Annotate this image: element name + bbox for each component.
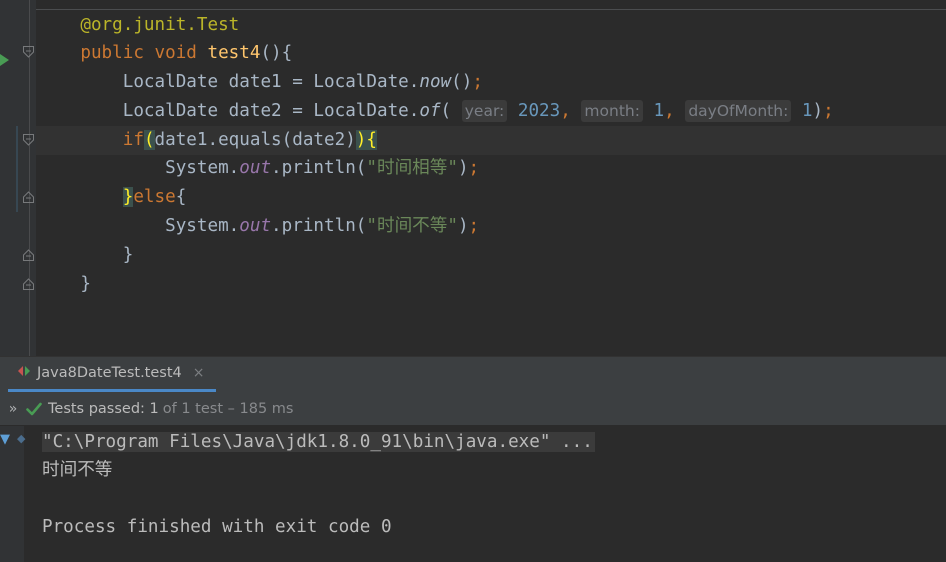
field-token: out	[239, 216, 272, 236]
semicolon-token: ;	[823, 101, 834, 121]
fold-marker-icon[interactable]	[23, 249, 34, 261]
matched-paren-token: )	[355, 130, 367, 150]
code-editor[interactable]: @org.junit.Test public void test4(){ Loc…	[0, 0, 946, 356]
string-token: "时间不等"	[366, 216, 458, 236]
collapse-icon[interactable]: ▼	[0, 432, 10, 447]
code-token: date1 = LocalDate.	[218, 72, 420, 92]
code-line-date2[interactable]: LocalDate date2 = LocalDate.of( year: 20…	[38, 97, 834, 126]
code-token: .println(	[271, 158, 367, 178]
matched-paren-token: (	[143, 130, 155, 150]
code-line-close-outer[interactable]: }	[38, 270, 91, 299]
type-token: LocalDate	[122, 72, 219, 92]
param-hint-year: year:	[461, 100, 508, 122]
number-token: 1	[801, 101, 813, 121]
annotation-token: @org.junit.Test	[80, 15, 240, 35]
code-line-close-inner[interactable]: }	[38, 241, 134, 270]
punct-token: )	[812, 101, 824, 121]
console-command-text[interactable]: "C:\Program Files\Java\jdk1.8.0_91\bin\j…	[42, 432, 595, 452]
keyword-token: public	[80, 43, 144, 63]
console-line: Process finished with exit code 0	[42, 517, 392, 537]
vcs-change-marker[interactable]	[16, 126, 18, 212]
code-line-method-signature[interactable]: public void test4(){	[38, 39, 292, 68]
punct-token: {	[175, 187, 187, 207]
code-line-date1[interactable]: LocalDate date1 = LocalDate.now();	[38, 68, 483, 97]
static-call-token: of	[419, 101, 441, 121]
code-token: System.	[165, 158, 240, 178]
code-token: date1.equals(date2)	[154, 130, 356, 150]
param-hint-day: dayOfMonth:	[685, 100, 792, 122]
punct-token: ()	[451, 72, 473, 92]
code-line-println-equal[interactable]: System.out.println("时间相等");	[38, 154, 479, 183]
matched-brace-token: {	[366, 130, 377, 150]
param-hint-month: month:	[581, 100, 643, 122]
semicolon-token: ;	[468, 158, 480, 178]
run-gutter-icon[interactable]	[0, 51, 9, 70]
fold-marker-icon[interactable]	[23, 278, 34, 290]
expand-icon[interactable]: »	[0, 401, 26, 417]
code-line-println-notequal[interactable]: System.out.println("时间不等");	[38, 212, 479, 241]
semicolon-token: ;	[472, 72, 483, 92]
punct-token: }	[80, 274, 91, 294]
run-tool-header: Java8DateTest.test4 ×	[0, 356, 946, 392]
run-tab-label: Java8DateTest.test4	[37, 365, 182, 381]
fold-marker-icon[interactable]	[23, 46, 34, 58]
type-token: LocalDate	[122, 101, 219, 121]
number-token: 2023	[517, 101, 561, 121]
tests-summary-text: of 1 test – 185 ms	[162, 400, 294, 417]
string-token: "时间相等"	[366, 158, 458, 178]
close-icon[interactable]: ×	[193, 365, 205, 381]
punct-token: (){	[260, 43, 293, 63]
code-token: .println(	[271, 216, 367, 236]
fold-dot-icon: ◆	[17, 432, 26, 445]
keyword-token: if	[122, 130, 144, 150]
keyword-token: void	[154, 43, 197, 63]
punct-token: }	[122, 245, 134, 265]
comma-token: ,	[664, 101, 675, 121]
field-token: out	[239, 158, 272, 178]
code-line-if[interactable]: if(date1.equals(date2)){	[38, 126, 377, 155]
fold-marker-icon[interactable]	[23, 134, 34, 146]
code-token: System.	[165, 216, 240, 236]
method-name-token: test4	[207, 43, 261, 63]
method-separator	[36, 9, 946, 10]
comma-token: ,	[560, 101, 571, 121]
test-run-icon	[18, 365, 30, 381]
number-token: 1	[653, 101, 665, 121]
matched-brace-token: }	[122, 187, 134, 207]
console-line: 时间不等	[42, 460, 113, 480]
test-status-bar: » Tests passed: 1 of 1 test – 185 ms	[0, 392, 946, 426]
keyword-token: else	[133, 187, 176, 207]
run-tab[interactable]: Java8DateTest.test4 ×	[8, 357, 217, 392]
punct-token: )	[457, 216, 469, 236]
console-output[interactable]: ▼ ◆ "C:\Program Files\Java\jdk1.8.0_91\b…	[0, 426, 946, 562]
check-icon	[26, 402, 46, 416]
punct-token: )	[457, 158, 469, 178]
fold-marker-icon[interactable]	[23, 191, 34, 203]
code-line-annotation[interactable]: @org.junit.Test	[38, 11, 239, 40]
code-line-else[interactable]: }else{	[38, 183, 186, 212]
console-line: "C:\Program Files\Java\jdk1.8.0_91\bin\j…	[42, 428, 595, 457]
static-call-token: now	[419, 72, 452, 92]
code-token: date2 = LocalDate.	[218, 101, 420, 121]
semicolon-token: ;	[468, 216, 480, 236]
tests-passed-text: Tests passed: 1	[48, 400, 159, 417]
punct-token: (	[440, 101, 462, 121]
